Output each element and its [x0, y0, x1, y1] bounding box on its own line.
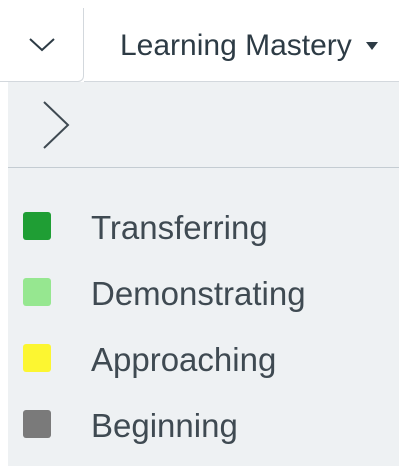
top-bar: Learning Mastery [0, 0, 399, 82]
caret-down-icon [365, 42, 378, 50]
legend-label: Beginning [91, 407, 238, 444]
approaching-swatch [23, 344, 51, 372]
legend-item-transferring: Transferring [8, 206, 399, 246]
expand-button[interactable] [8, 82, 399, 168]
demonstrating-swatch [23, 278, 51, 306]
legend-item-beginning: Beginning [8, 404, 399, 444]
legend-label: Demonstrating [91, 275, 306, 312]
transferring-swatch [23, 212, 51, 240]
legend-item-approaching: Approaching [8, 338, 399, 378]
chevron-down-icon [28, 37, 55, 51]
learning-mastery-select[interactable]: Learning Mastery [120, 24, 378, 68]
collapse-button[interactable] [0, 8, 84, 82]
chevron-right-icon [43, 101, 70, 149]
learning-mastery-label: Learning Mastery [120, 29, 352, 62]
legend-label: Transferring [91, 209, 268, 246]
legend-label: Approaching [91, 341, 277, 378]
beginning-swatch [23, 410, 51, 438]
legend-item-demonstrating: Demonstrating [8, 272, 399, 312]
